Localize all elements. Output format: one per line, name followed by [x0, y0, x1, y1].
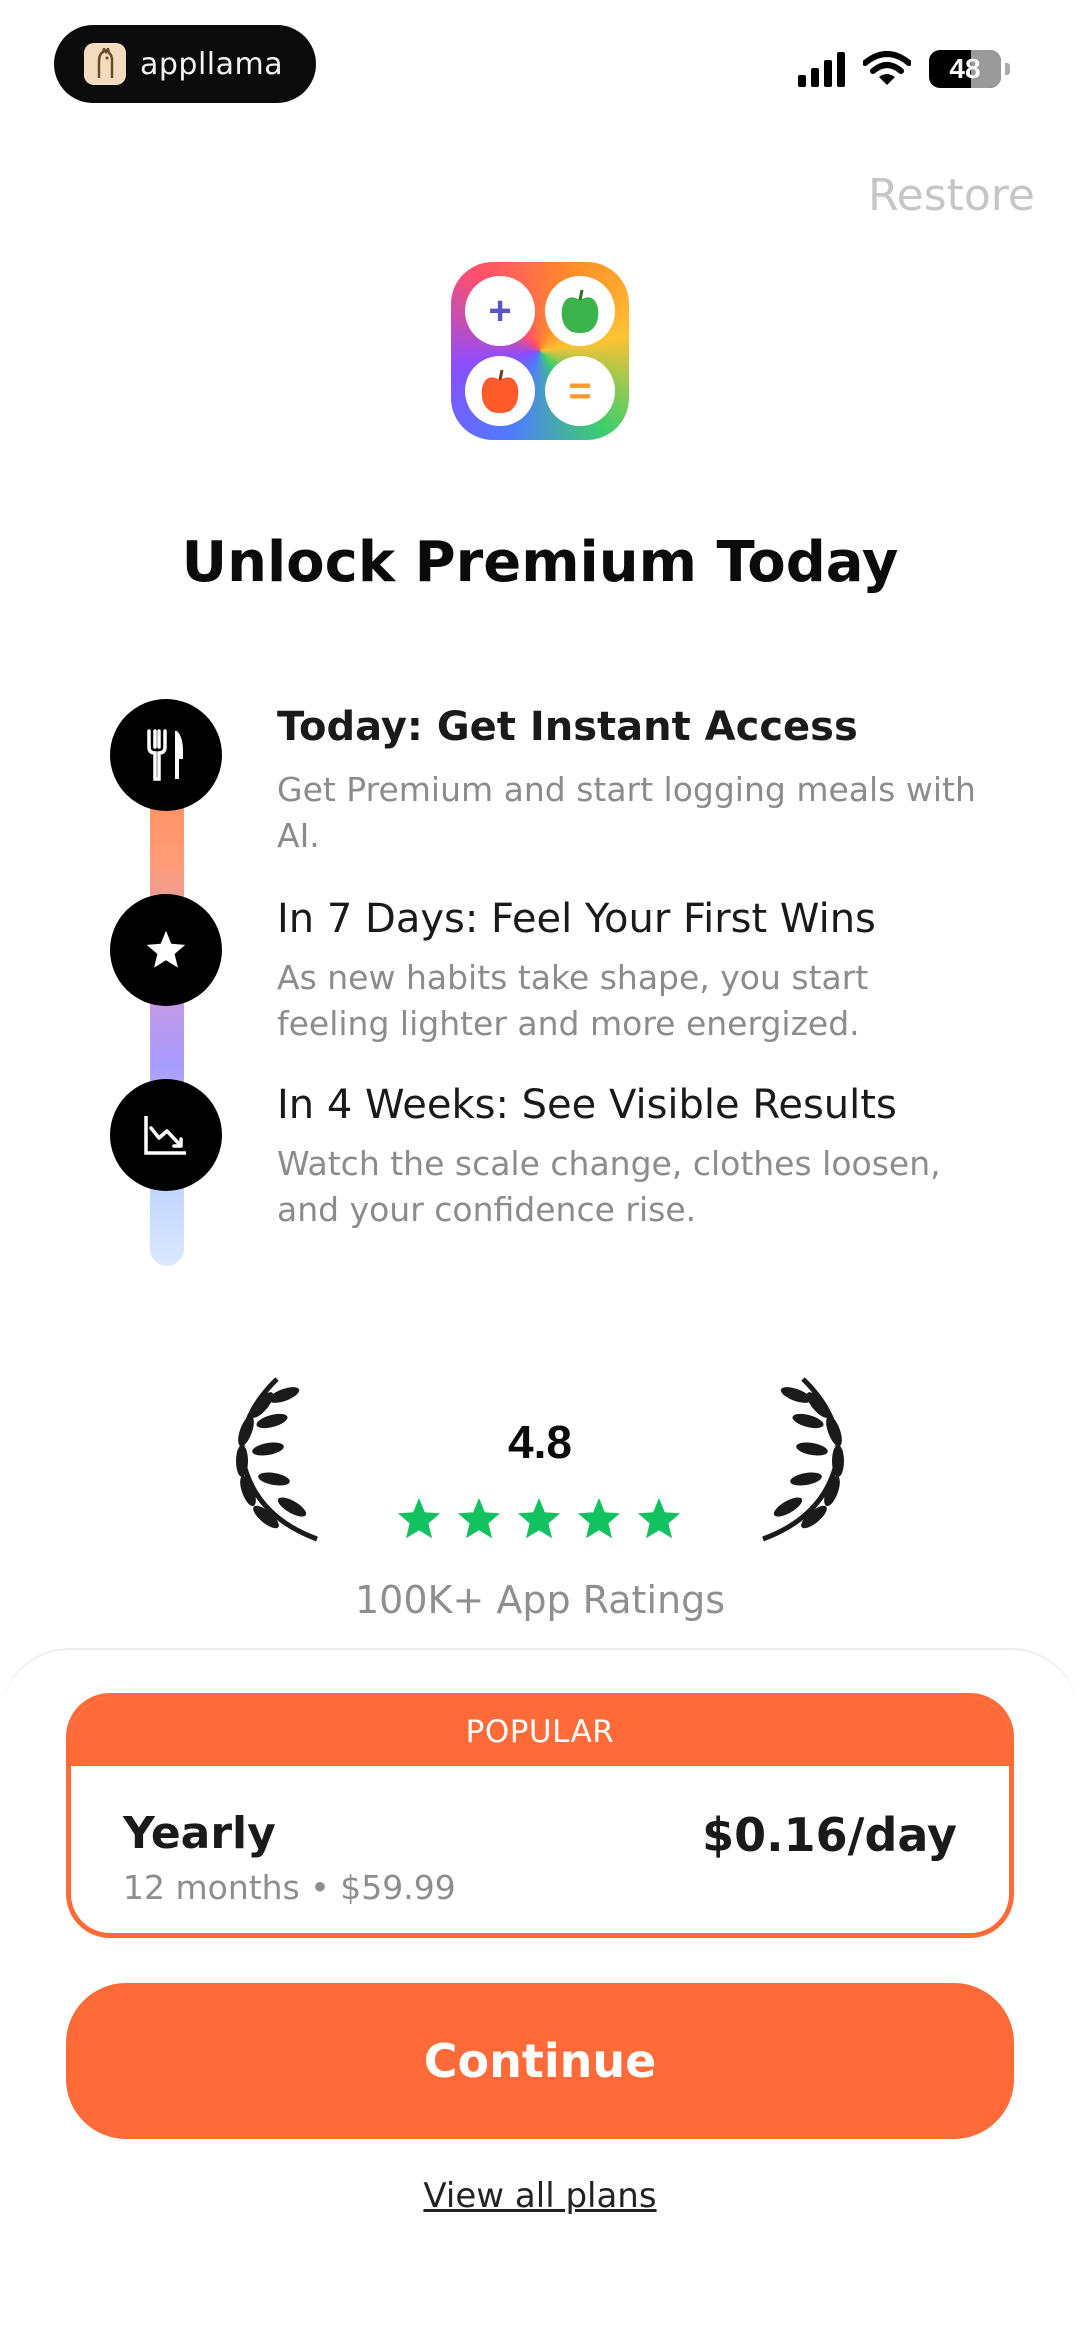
utensils-icon [110, 699, 222, 811]
green-apple-icon [545, 276, 615, 346]
timeline-description-1: Get Premium and start logging meals with… [277, 770, 976, 855]
continue-button[interactable]: Continue [66, 1983, 1014, 2139]
brand-name: appllama [140, 46, 284, 82]
star-icon [578, 1498, 620, 1539]
red-apple-icon [465, 356, 535, 426]
timeline-title-1: Today: Get Instant Access [277, 704, 858, 750]
status-bar: appllama 48 [0, 0, 1080, 130]
rating-value: 4.8 [508, 1416, 572, 1468]
timeline-title-2: In 7 Days: Feel Your First Wins [277, 896, 876, 942]
battery-icon: 48 [929, 50, 1001, 88]
battery-tip [1005, 63, 1010, 75]
plan-name: Yearly [123, 1808, 276, 1859]
cellular-signal-icon [798, 51, 845, 87]
ratings-count-label: 100K+ App Ratings [355, 1578, 725, 1622]
equals-icon: = [545, 356, 615, 426]
star-icon [398, 1498, 440, 1539]
plus-icon: + [465, 276, 535, 346]
plan-price: $0.16/day [702, 1808, 957, 1862]
popular-badge: POPULAR [71, 1698, 1009, 1766]
app-icon: + = [451, 262, 629, 440]
chart-down-icon [110, 1079, 222, 1191]
wifi-icon [863, 51, 911, 85]
plan-option-yearly[interactable]: POPULAR Yearly 12 months • $59.99 $0.16/… [66, 1693, 1014, 1938]
llama-logo-icon [84, 43, 126, 85]
star-icon [638, 1498, 680, 1539]
brand-pill[interactable]: appllama [54, 25, 316, 103]
star-icon [458, 1498, 500, 1539]
timeline-description-2: As new habits take shape, you start feel… [277, 958, 869, 1043]
plan-detail: 12 months • $59.99 [123, 1868, 456, 1907]
star-icon [518, 1498, 560, 1539]
status-icons: 48 [798, 50, 1010, 88]
timeline-title-3: In 4 Weeks: See Visible Results [277, 1082, 897, 1128]
restore-button[interactable]: Restore [868, 170, 1035, 221]
rating-stars [395, 1495, 683, 1543]
star-icon [110, 894, 222, 1006]
view-all-plans-link[interactable]: View all plans [0, 2176, 1080, 2216]
timeline-description-3: Watch the scale change, clothes loosen, … [277, 1144, 941, 1229]
page-title: Unlock Premium Today [181, 530, 899, 595]
